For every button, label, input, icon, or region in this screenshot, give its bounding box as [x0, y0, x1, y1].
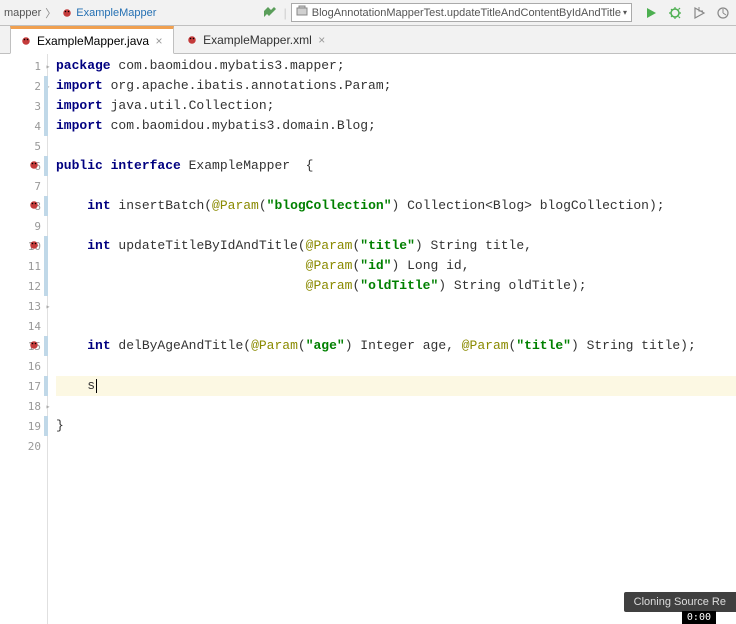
toolbar: mapper 〉 ExampleMapper | BlogAnnotationM… — [0, 0, 736, 26]
test-icon — [296, 5, 308, 20]
gutter-line: 13▸ — [0, 296, 47, 316]
chevron-down-icon: ▾ — [623, 8, 627, 17]
code-line[interactable]: @Param("oldTitle") String oldTitle); — [56, 276, 736, 296]
gutter-line: 11 — [0, 256, 47, 276]
code-line[interactable]: @Param("id") Long id, — [56, 256, 736, 276]
gutter-line: 1▸ — [0, 56, 47, 76]
gutter-line: 10 — [0, 236, 47, 256]
editor-area: 1▸2▸345678910111213▸1415161718▸1920 pack… — [0, 54, 736, 624]
build-icon[interactable] — [260, 3, 280, 23]
code-line[interactable]: int insertBatch(@Param("blogCollection")… — [56, 196, 736, 216]
run-config-dropdown[interactable]: BlogAnnotationMapperTest.updateTitleAndC… — [291, 3, 632, 22]
code-line[interactable]: public interface ExampleMapper { — [56, 156, 736, 176]
gutter-line: 4 — [0, 116, 47, 136]
code-line[interactable] — [56, 136, 736, 156]
tab-label: ExampleMapper.xml — [203, 33, 312, 47]
code-line[interactable]: int delByAgeAndTitle(@Param("age") Integ… — [56, 336, 736, 356]
code-line[interactable]: } — [56, 416, 736, 436]
code-line[interactable] — [56, 356, 736, 376]
code-line[interactable]: import com.baomidou.mybatis3.domain.Blog… — [56, 116, 736, 136]
gutter-line: 9 — [0, 216, 47, 236]
breadcrumb: mapper 〉 ExampleMapper — [4, 5, 156, 21]
gutter: 1▸2▸345678910111213▸1415161718▸1920 — [0, 54, 48, 624]
bug-icon — [19, 34, 33, 48]
gutter-line: 5 — [0, 136, 47, 156]
code-line[interactable]: package com.baomidou.mybatis3.mapper; — [56, 56, 736, 76]
gutter-line: 18▸ — [0, 396, 47, 416]
close-icon[interactable]: × — [153, 35, 165, 47]
code-line[interactable] — [56, 316, 736, 336]
gutter-line: 16 — [0, 356, 47, 376]
gutter-line: 3 — [0, 96, 47, 116]
close-icon[interactable]: × — [316, 34, 328, 46]
tab-label: ExampleMapper.java — [37, 34, 149, 48]
gutter-line: 20 — [0, 436, 47, 456]
breadcrumb-sep: 〉 — [45, 5, 56, 21]
code-line[interactable]: s — [56, 376, 736, 396]
status-popup: Cloning Source Re — [624, 592, 736, 612]
code-line[interactable]: import java.util.Collection; — [56, 96, 736, 116]
bug-icon[interactable] — [28, 339, 42, 353]
code-line[interactable]: import org.apache.ibatis.annotations.Par… — [56, 76, 736, 96]
gutter-line: 12 — [0, 276, 47, 296]
gutter-line: 17 — [0, 376, 47, 396]
profile-icon[interactable] — [714, 4, 732, 22]
gutter-line: 14 — [0, 316, 47, 336]
gutter-line: 6 — [0, 156, 47, 176]
run-config-text: BlogAnnotationMapperTest.updateTitleAndC… — [312, 7, 621, 19]
run-icon[interactable] — [642, 4, 660, 22]
code-line[interactable]: int updateTitleByIdAndTitle(@Param("titl… — [56, 236, 736, 256]
code-line[interactable] — [56, 216, 736, 236]
bug-icon — [185, 33, 199, 47]
coverage-icon[interactable] — [690, 4, 708, 22]
code-line[interactable] — [56, 436, 736, 456]
bug-icon[interactable] — [28, 199, 42, 213]
tab-example-mapper-xml[interactable]: ExampleMapper.xml × — [176, 27, 337, 53]
gutter-line: 2▸ — [0, 76, 47, 96]
time-badge: 0:00 — [682, 611, 716, 624]
toolbar-actions — [642, 4, 732, 22]
text-cursor — [96, 379, 97, 393]
bug-icon — [60, 6, 74, 20]
bug-icon[interactable] — [28, 159, 42, 173]
debug-icon[interactable] — [666, 4, 684, 22]
tab-example-mapper-java[interactable]: ExampleMapper.java × — [10, 26, 174, 54]
bug-icon[interactable] — [28, 239, 42, 253]
gutter-line: 15 — [0, 336, 47, 356]
breadcrumb-file[interactable]: ExampleMapper — [76, 7, 156, 19]
code-line[interactable] — [56, 296, 736, 316]
toolbar-sep: | — [284, 6, 287, 20]
gutter-line: 8 — [0, 196, 47, 216]
tabs: ExampleMapper.java × ExampleMapper.xml × — [0, 26, 736, 54]
breadcrumb-folder[interactable]: mapper — [4, 7, 41, 19]
code-area[interactable]: package com.baomidou.mybatis3.mapper;imp… — [48, 54, 736, 624]
gutter-line: 7 — [0, 176, 47, 196]
code-line[interactable] — [56, 396, 736, 416]
gutter-line: 19 — [0, 416, 47, 436]
code-line[interactable] — [56, 176, 736, 196]
